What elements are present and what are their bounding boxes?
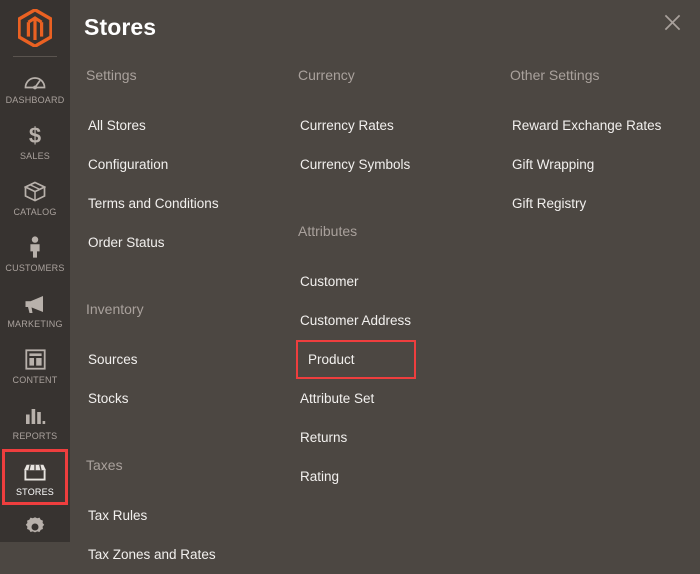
menu-item-customer[interactable]: Customer [296,262,369,301]
menu-item-gift-wrapping[interactable]: Gift Wrapping [508,145,604,184]
sidebar-item-label: CATALOG [13,206,57,217]
sidebar-item-sales[interactable]: $ SALES [0,113,70,169]
person-icon [22,235,48,258]
menu-item-configuration[interactable]: Configuration [84,145,178,184]
menu-group-attributes: Attributes Customer Customer Address Pro… [296,222,508,496]
sidebar-item-reports[interactable]: REPORTS [0,393,70,449]
menu-item-terms-and-conditions[interactable]: Terms and Conditions [84,184,229,223]
storefront-awning-icon [22,460,48,482]
close-x-icon [664,14,680,30]
svg-text:$: $ [29,124,41,146]
menu-item-order-status[interactable]: Order Status [84,223,175,262]
sidebar-item-catalog[interactable]: CATALOG [0,169,70,225]
stores-menu-panel: Stores Settings All Stores Configuration… [70,0,700,562]
menu-group-other-settings: Other Settings Reward Exchange Rates Gif… [508,66,698,223]
menu-column-other-settings: Other Settings Reward Exchange Rates Gif… [508,66,698,574]
menu-item-gift-registry[interactable]: Gift Registry [508,184,596,223]
sidebar-item-stores[interactable]: STORES [2,449,68,505]
menu-group-title: Other Settings [510,67,600,83]
menu-item-rating[interactable]: Rating [296,457,349,496]
sidebar-item-marketing[interactable]: MARKETING [0,281,70,337]
box-icon [22,180,48,202]
menu-group-title: Currency [298,67,355,83]
menu-item-stocks[interactable]: Stocks [84,379,139,418]
dashboard-gauge-icon [22,68,48,90]
gear-icon [22,516,48,538]
magento-logo[interactable] [0,0,70,52]
menu-item-tax-zones-and-rates[interactable]: Tax Zones and Rates [84,535,226,574]
menu-column-settings: Settings All Stores Configuration Terms … [84,66,296,574]
menu-item-currency-symbols[interactable]: Currency Symbols [296,145,420,184]
page-title: Stores [84,13,157,40]
panel-header: Stores [70,0,700,54]
sidebar-item-dashboard[interactable]: DASHBOARD [0,57,70,113]
sidebar-item-label: CONTENT [12,374,58,385]
menu-group-title: Settings [86,67,137,83]
menu-group-title: Inventory [86,301,144,317]
menu-item-currency-rates[interactable]: Currency Rates [296,106,404,145]
bar-chart-icon [22,404,48,426]
menu-group-taxes: Taxes Tax Rules Tax Zones and Rates [84,456,296,574]
menu-group-settings: Settings All Stores Configuration Terms … [84,66,296,262]
menu-item-tax-rules[interactable]: Tax Rules [84,496,157,535]
menu-item-reward-exchange-rates[interactable]: Reward Exchange Rates [508,106,671,145]
sidebar-item-content[interactable]: CONTENT [0,337,70,393]
menu-group-title: Attributes [298,223,358,239]
menu-item-all-stores[interactable]: All Stores [84,106,156,145]
stores-menu-columns: Settings All Stores Configuration Terms … [70,54,700,574]
menu-group-currency: Currency Currency Rates Currency Symbols [296,66,508,184]
menu-item-attribute-set[interactable]: Attribute Set [296,379,384,418]
menu-item-sources[interactable]: Sources [84,340,148,379]
magento-admin-stores-menu: DASHBOARD $ SALES CATALOG CUSTOMERS MARK… [0,0,700,562]
sidebar-item-label: DASHBOARD [5,94,65,105]
menu-item-product[interactable]: Product [296,340,416,379]
sidebar-item-label: REPORTS [12,430,58,441]
megaphone-icon [22,292,48,314]
sidebar-item-label: SALES [19,150,51,161]
menu-group-inventory: Inventory Sources Stocks [84,300,296,418]
sidebar-item-customers[interactable]: CUSTOMERS [0,225,70,281]
menu-column-currency-attributes: Currency Currency Rates Currency Symbols… [296,66,508,574]
sidebar-item-system[interactable]: SYSTEM [0,505,70,542]
sidebar-item-label: MARKETING [7,318,63,329]
menu-item-customer-address[interactable]: Customer Address [296,301,421,340]
sidebar-item-label: STORES [15,486,55,497]
magento-logo-icon [18,9,52,47]
menu-item-returns[interactable]: Returns [296,418,357,457]
admin-sidebar: DASHBOARD $ SALES CATALOG CUSTOMERS MARK… [0,0,70,542]
menu-group-title: Taxes [86,457,123,473]
dollar-sign-icon: $ [22,124,48,146]
sidebar-item-label: CUSTOMERS [5,262,65,273]
close-menu-button[interactable] [658,8,686,36]
layout-page-icon [22,348,48,370]
